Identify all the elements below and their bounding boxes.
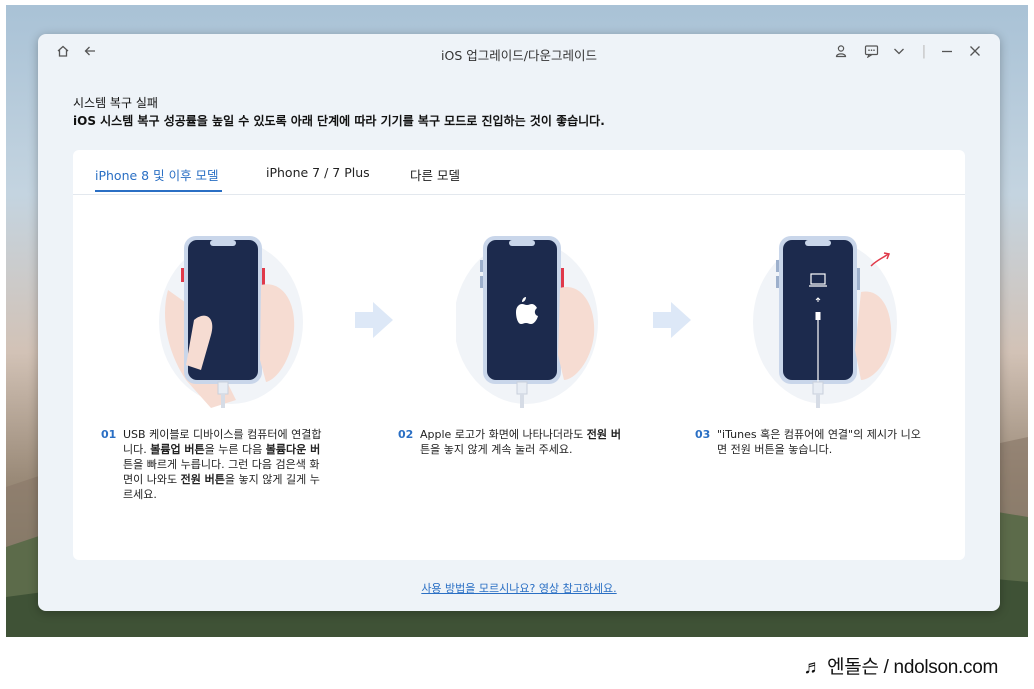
chevron-down-icon[interactable] (891, 44, 907, 60)
window-title: iOS 업그레이드/다운그레이드 (441, 48, 597, 63)
page-heading: 시스템 복구 실패 (73, 96, 158, 110)
step3-text: "iTunes 혹은 컴퓨어에 연결"의 제시가 니오 면 전원 버튼을 놓습니… (717, 428, 921, 456)
watermark-text: ♬ 엔돌슨 / ndolson.com (803, 657, 998, 678)
step-arrow-icon (653, 302, 691, 338)
page-subheading: iOS 시스템 복구 성공률을 높일 수 있도록 아래 단계에 따라 기기를 복… (73, 114, 605, 128)
step1-number: 01 (101, 428, 117, 441)
step2-text: Apple 로고가 화면에 나타나더라도 전원 버 튼을 놓지 않게 계속 눌러… (420, 428, 621, 456)
instructions-card: iPhone 8 및 이후 모델 iPhone 7 / 7 Plus 다른 모델 (73, 150, 965, 560)
title-bar: iOS 업그레이드/다운그레이드 | (38, 34, 1000, 70)
user-icon[interactable] (833, 44, 849, 60)
step2-illustration (456, 236, 598, 408)
model-tabs: iPhone 8 및 이후 모델 iPhone 7 / 7 Plus 다른 모델 (73, 150, 965, 195)
step2-number: 02 (398, 428, 414, 441)
divider: | (921, 44, 927, 59)
chat-icon[interactable] (863, 44, 879, 60)
app-window: iOS 업그레이드/다운그레이드 | 시스템 복구 실패 iOS 시스템 복구 … (38, 34, 1000, 611)
video-help-link[interactable]: 사용 방법을 모르시나요? 영상 참고하세요. (38, 580, 1000, 596)
step3-illustration (753, 236, 897, 408)
tab-iphone8-later[interactable]: iPhone 8 및 이후 모델 (95, 165, 219, 184)
step3-number: 03 (695, 428, 711, 441)
minimize-icon[interactable] (939, 44, 955, 60)
tab-iphone7[interactable]: iPhone 7 / 7 Plus (266, 165, 370, 180)
step1-illustration (159, 236, 303, 408)
step1-text: USB 케이블로 디바이스를 컴퓨터에 연결합 니다. 볼륨업 버튼을 누른 다… (123, 428, 322, 501)
active-tab-indicator (95, 190, 222, 192)
close-icon[interactable] (967, 44, 983, 60)
step-arrow-icon (355, 302, 393, 338)
tab-other-models[interactable]: 다른 모델 (410, 165, 460, 184)
